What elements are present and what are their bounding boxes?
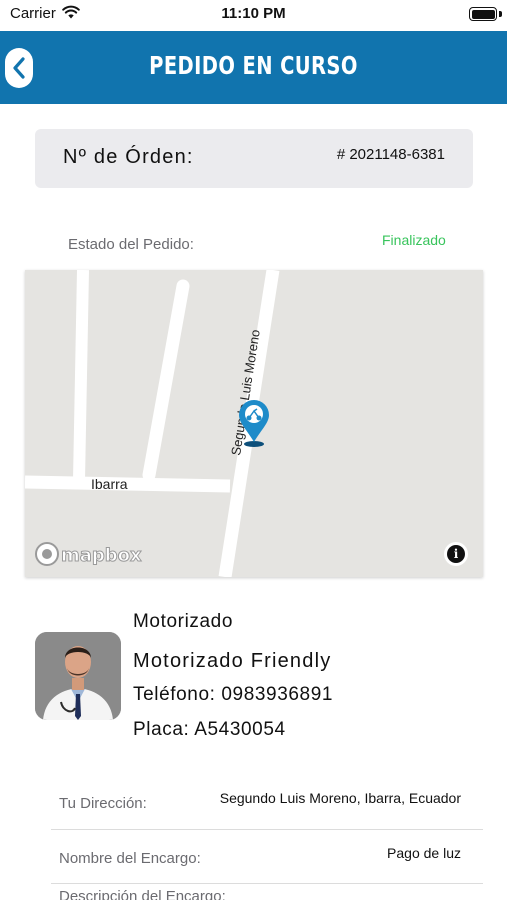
street-label-horizontal: Ibarra (91, 476, 128, 492)
order-number: # 2021148-6381 (336, 146, 445, 163)
battery-icon (469, 7, 497, 21)
description-label: Descripción del Encargo: (59, 888, 226, 900)
driver-phone[interactable]: Teléfono: 0983936891 (133, 684, 333, 706)
status-bar: Carrier 11:10 PM (0, 0, 507, 30)
page-title: PEDIDO EN CURSO (149, 51, 358, 80)
map-view[interactable]: Segundo Luis Moreno Ibarra mapbox i (25, 270, 483, 577)
order-label: Nº de Órden: (63, 146, 194, 168)
chevron-left-icon (13, 57, 25, 79)
order-name-label: Nombre del Encargo: (59, 850, 201, 867)
divider (51, 829, 483, 830)
nav-bar: PEDIDO EN CURSO (0, 31, 507, 104)
driver-name: Motorizado Friendly (133, 650, 332, 672)
mapbox-logo: mapbox (35, 542, 143, 567)
info-icon: i (447, 545, 465, 563)
driver-avatar (35, 632, 121, 720)
order-number-card: Nº de Órden: # 2021148-6381 (35, 129, 473, 188)
order-name-value: Pago de luz (387, 845, 461, 861)
driver-section-title: Motorizado (133, 611, 233, 632)
order-status-value: Finalizado (382, 232, 446, 248)
address-label: Tu Dirección: (59, 795, 147, 812)
map-info-button[interactable]: i (444, 542, 468, 566)
status-time: 11:10 PM (221, 5, 286, 22)
order-status-label: Estado del Pedido: (68, 236, 194, 253)
driver-plate: Placa: A5430054 (133, 719, 286, 740)
battery-tip (499, 11, 502, 17)
divider (51, 883, 483, 884)
map-roads: Segundo Luis Moreno Ibarra mapbox (25, 270, 280, 577)
address-value: Segundo Luis Moreno, Ibarra, Ecuador (219, 790, 461, 806)
back-button[interactable] (5, 48, 33, 88)
mapbox-attribution: mapbox (61, 545, 142, 566)
